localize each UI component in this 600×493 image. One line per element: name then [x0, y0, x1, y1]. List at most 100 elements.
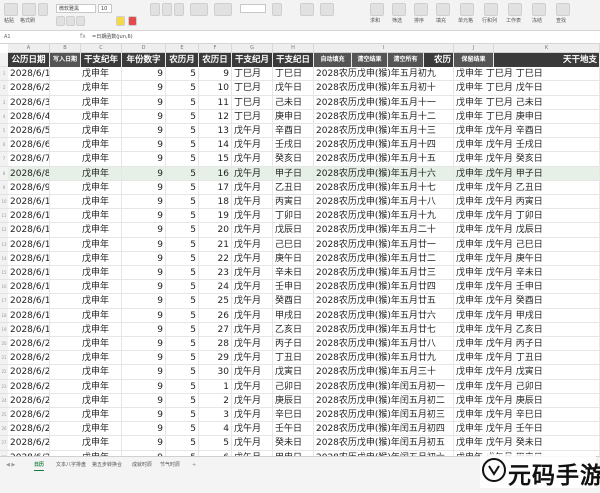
table-row[interactable]: 2028/6/7 戊申年 9 5 15 戊午月 癸亥日 2028农历戊申(猴)年五月十五 戊申年… [8, 152, 600, 167]
cell-ganzhi-year[interactable]: 戊申年 [50, 251, 122, 266]
cell-lunar-month[interactable]: 5 [166, 81, 199, 96]
row-number[interactable]: 7 [0, 152, 8, 167]
row-number[interactable]: 25 [0, 408, 8, 423]
column-header-G[interactable]: G [232, 44, 273, 53]
cell-ganzhi-month[interactable]: 戊午月 [232, 152, 273, 167]
cell-lunar-month[interactable]: 5 [166, 166, 199, 181]
cell-lunar-day[interactable]: 23 [199, 266, 232, 281]
row-number[interactable]: 10 [0, 195, 8, 210]
cell-year-number[interactable]: 9 [122, 337, 166, 352]
cell-ganzhi-year[interactable]: 戊申年 [50, 195, 122, 210]
cell-ganzhi-month[interactable]: 戊午月 [232, 322, 273, 337]
row-number[interactable]: 8 [0, 166, 8, 181]
cell-ganzhi-year[interactable]: 戊申年 [50, 81, 122, 96]
cell-ganzhi-year[interactable]: 戊申年 [50, 138, 122, 153]
cell-gregorian-date[interactable]: 2028/6/15 [8, 266, 50, 281]
row-number[interactable]: 1 [0, 67, 8, 82]
cell-year-number[interactable]: 9 [122, 95, 166, 110]
cell-lunar-month[interactable]: 5 [166, 379, 199, 394]
freeze-icon[interactable] [532, 3, 546, 16]
add-sheet-icon[interactable]: + [192, 460, 196, 470]
cell-lunar-month[interactable]: 5 [166, 408, 199, 423]
name-box[interactable]: A1 [4, 33, 64, 41]
cell-ganzhi-month[interactable]: 戊午月 [232, 223, 273, 238]
cell-ganzhi-day[interactable]: 壬戌日 [273, 138, 314, 153]
table-row[interactable]: 2028/6/24戊申年952戊午月庚辰日2028农历戊申(猴)年闰五月初二戊申… [8, 393, 600, 408]
cell-lunar-day[interactable]: 2 [199, 393, 232, 408]
cell-lunar-text[interactable]: 2028农历戊申(猴)年闰五月初一 [314, 379, 454, 394]
cell-ganzhi-month[interactable]: 戊午月 [232, 166, 273, 181]
cell-lunar-day[interactable]: 27 [199, 322, 232, 337]
row-number[interactable]: 13 [0, 237, 8, 252]
cell-lunar-text[interactable]: 2028农历戊申(猴)年五月廿五 [314, 294, 454, 309]
align-left-icon[interactable] [150, 3, 160, 16]
cell-gregorian-date[interactable]: 2028/6/24 [8, 393, 50, 408]
cell-lunar-day[interactable]: 30 [199, 365, 232, 380]
row-number[interactable]: 18 [0, 308, 8, 323]
cell-gregorian-date[interactable]: 2028/6/26 [8, 422, 50, 437]
table-row[interactable]: 2028/6/15戊申年9523戊午月辛未日2028农历戊申(猴)年五月廿三戊申… [8, 266, 600, 281]
cell-result[interactable]: 戊申年 戊午月 丁卯日 [454, 209, 600, 224]
column-header-D[interactable]: D [122, 44, 166, 53]
row-number[interactable]: 11 [0, 209, 8, 224]
row-number[interactable]: 14 [0, 251, 8, 266]
cell-lunar-month[interactable]: 5 [166, 365, 199, 380]
cell-ganzhi-day[interactable]: 己未日 [273, 95, 314, 110]
table-row[interactable]: 2028/6/6 戊申年 9 5 14 戊午月 壬戌日 2028农历戊申(猴)年五月十四 戊申年… [8, 138, 600, 153]
cell-ganzhi-year[interactable]: 戊申年 [50, 166, 122, 181]
cell-gregorian-date[interactable]: 2028/6/21 [8, 351, 50, 366]
cell-lunar-day[interactable]: 19 [199, 209, 232, 224]
cell-ganzhi-year[interactable]: 戊申年 [50, 379, 122, 394]
cell-result[interactable]: 戊申年 丁巳月 戊午日 [454, 81, 600, 96]
table-row[interactable]: 2028/6/22戊申年9530戊午月戊寅日2028农历戊申(猴)年五月三十戊申… [8, 365, 600, 380]
cell-lunar-month[interactable]: 5 [166, 138, 199, 153]
clear-all-button[interactable]: 清空所有 [388, 53, 424, 68]
cell-ganzhi-day[interactable]: 丁丑日 [273, 351, 314, 366]
cell-lunar-day[interactable]: 22 [199, 251, 232, 266]
cell-result[interactable]: 戊申年 戊午月 壬申日 [454, 280, 600, 295]
cell-gregorian-date[interactable]: 2028/6/4 [8, 109, 50, 124]
cell-lunar-day[interactable]: 17 [199, 180, 232, 195]
cell-lunar-month[interactable]: 5 [166, 251, 199, 266]
cell-ganzhi-month[interactable]: 戊午月 [232, 294, 273, 309]
cell-year-number[interactable]: 9 [122, 294, 166, 309]
table-row[interactable]: 2028/6/27戊申年955戊午月癸未日2028农历戊申(猴)年闰五月初五戊申… [8, 436, 600, 451]
cell-lunar-day[interactable]: 11 [199, 95, 232, 110]
cell-lunar-text[interactable]: 2028农历戊申(猴)年五月廿三 [314, 266, 454, 281]
cell-result[interactable]: 戊申年 丁巳月 庚申日 [454, 109, 600, 124]
cell-ganzhi-day[interactable]: 辛巳日 [273, 408, 314, 423]
cell-icon[interactable] [460, 3, 474, 16]
cell-gregorian-date[interactable]: 2028/6/6 [8, 138, 50, 153]
cell-year-number[interactable]: 9 [122, 436, 166, 451]
table-row[interactable]: 2028/6/26戊申年954戊午月壬午日2028农历戊申(猴)年闰五月初四戊申… [8, 422, 600, 437]
cell-ganzhi-month[interactable]: 戊午月 [232, 266, 273, 281]
row-number[interactable]: 19 [0, 322, 8, 337]
cell-ganzhi-day[interactable]: 己巳日 [273, 237, 314, 252]
cell-year-number[interactable]: 9 [122, 166, 166, 181]
cell-gregorian-date[interactable]: 2028/6/18 [8, 308, 50, 323]
sum-icon[interactable] [370, 3, 384, 16]
cell-year-number[interactable]: 9 [122, 365, 166, 380]
cell-year-number[interactable]: 9 [122, 223, 166, 238]
row-col-icon[interactable] [484, 3, 498, 16]
cell-ganzhi-day[interactable]: 丁卯日 [273, 209, 314, 224]
cell-result[interactable]: 戊申年 戊午月 辛酉日 [454, 124, 600, 139]
cell-lunar-text[interactable]: 2028农历戊申(猴)年五月初九 [314, 67, 454, 82]
cell-result[interactable]: 戊申年 戊午月 壬午日 [454, 422, 600, 437]
cell-lunar-month[interactable]: 5 [166, 280, 199, 295]
cell-lunar-month[interactable]: 5 [166, 266, 199, 281]
cell-result[interactable]: 戊申年 戊午月 戊寅日 [454, 365, 600, 380]
cell-lunar-text[interactable]: 2028农历戊申(猴)年五月初十 [314, 81, 454, 96]
cell-ganzhi-day[interactable]: 癸未日 [273, 436, 314, 451]
table-style-icon[interactable] [320, 3, 334, 16]
cell-lunar-month[interactable]: 5 [166, 422, 199, 437]
cell-ganzhi-year[interactable]: 戊申年 [50, 436, 122, 451]
cell-gregorian-date[interactable]: 2028/6/10 [8, 195, 50, 210]
fill-icon[interactable] [436, 3, 450, 16]
cell-ganzhi-month[interactable]: 戊午月 [232, 124, 273, 139]
cell-ganzhi-day[interactable]: 甲戌日 [273, 308, 314, 323]
cell-ganzhi-month[interactable]: 戊午月 [232, 365, 273, 380]
cell-year-number[interactable]: 9 [122, 209, 166, 224]
table-row[interactable]: 2028/6/4 戊申年 9 5 12 丁巳月 庚申日 2028农历戊申(猴)年五月十二 戊申年… [8, 109, 600, 124]
cell-ganzhi-month[interactable]: 丁巳月 [232, 95, 273, 110]
